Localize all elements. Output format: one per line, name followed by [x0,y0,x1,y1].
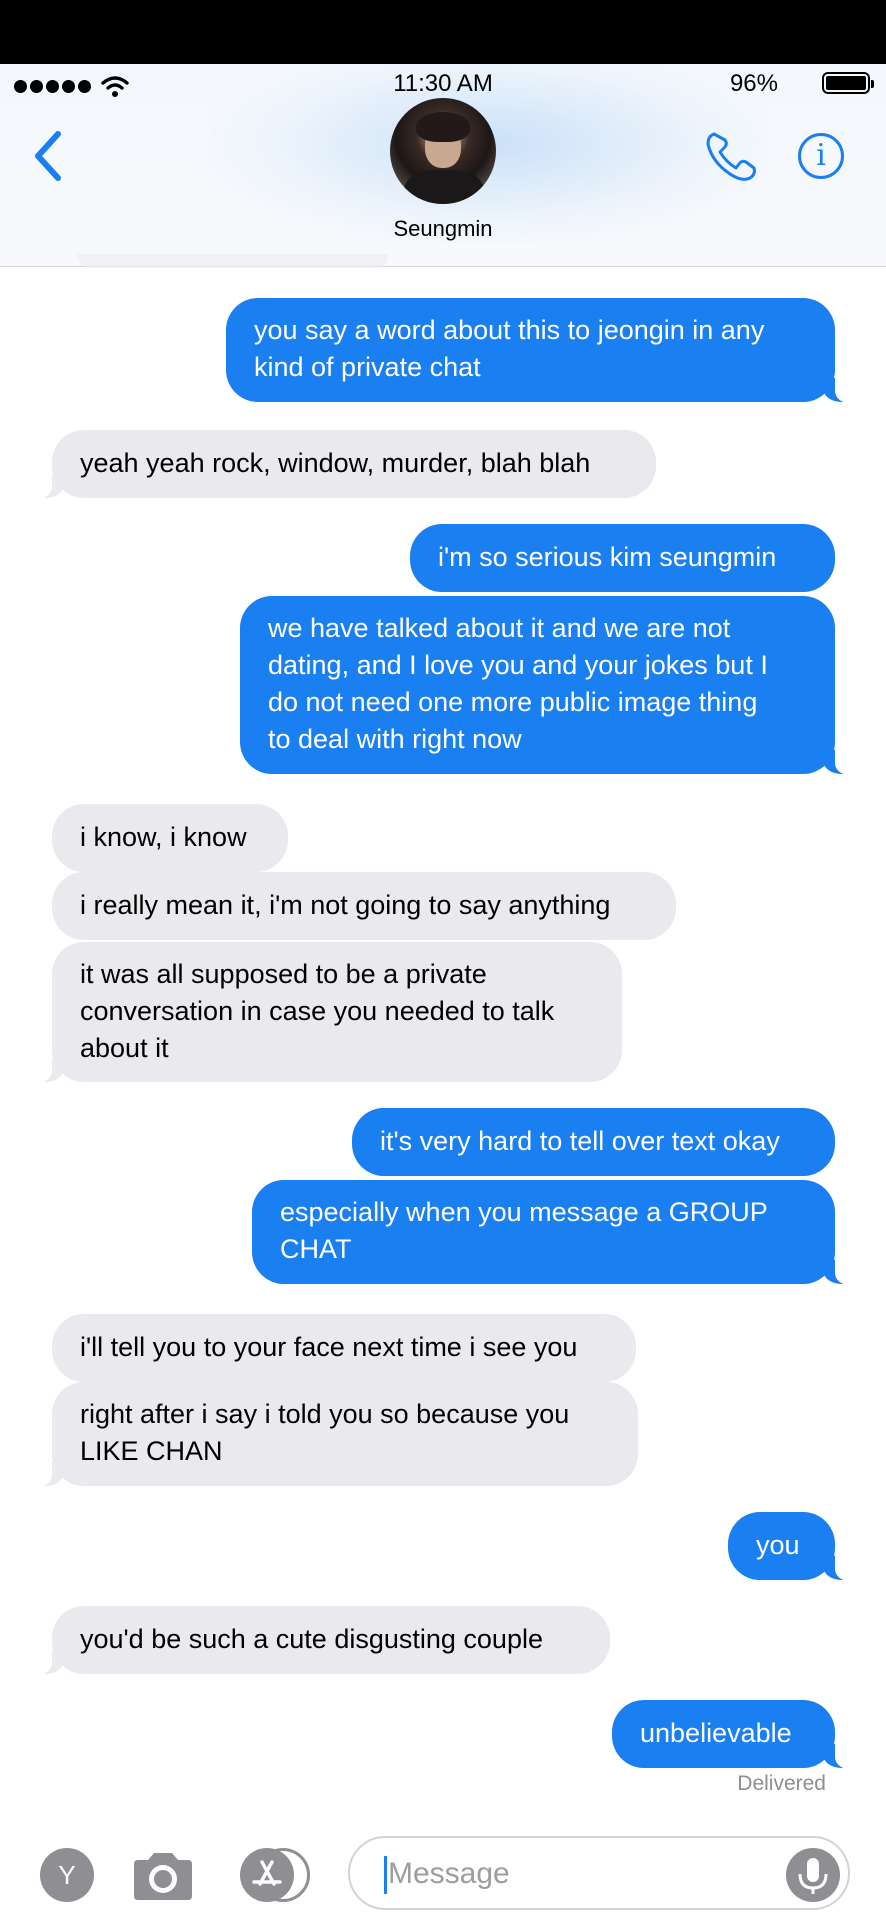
app-store-icon [252,1860,282,1886]
received-message-bubble[interactable]: you'd be such a cute disgusting couple [26,1606,610,1675]
battery-icon [822,72,874,94]
contact-name[interactable]: Seungmin [0,216,886,242]
battery-percent: 96% [729,70,778,97]
received-message-bubble[interactable]: right after i say i told you so because … [26,1382,638,1487]
camera-icon[interactable] [130,1850,196,1902]
sent-message-bubble[interactable]: we have talked about it and we are not d… [240,596,861,775]
text-caret [384,1856,387,1894]
received-message-bubble[interactable]: i really mean it, i'm not going to say a… [52,872,676,940]
message-placeholder: Message [388,1857,510,1890]
received-message-bubble[interactable]: yeah yeah rock, window, murder, blah bla… [26,430,656,499]
sent-message-bubble[interactable]: it's very hard to tell over text okay [352,1108,835,1176]
message-input[interactable]: Message [348,1836,850,1910]
sent-message-bubble[interactable]: especially when you message a GROUP CHAT [252,1180,861,1285]
received-message-bubble[interactable]: it was all supposed to be a private conv… [26,942,622,1083]
top-black-bar [0,0,886,64]
phone-call-icon[interactable] [704,130,760,184]
delivered-status: Delivered [737,1772,826,1795]
sent-message-bubble[interactable]: you [728,1512,861,1581]
microphone-button[interactable] [786,1848,840,1902]
received-message-bubble[interactable]: i'll tell you to your face next time i s… [52,1314,636,1382]
previous-message-edge [78,254,388,268]
info-icon[interactable]: i [798,133,844,179]
sent-message-bubble[interactable]: you say a word about this to jeongin in … [226,298,861,403]
y-app-button[interactable]: Y [40,1848,94,1902]
sent-message-bubble[interactable]: unbelievable [612,1700,861,1769]
received-message-bubble[interactable]: i know, i know [52,804,288,872]
sent-message-bubble[interactable]: i'm so serious kim seungmin [410,524,835,592]
microphone-icon [798,1858,828,1894]
back-chevron-icon[interactable] [30,128,66,184]
contact-avatar[interactable] [390,98,496,204]
